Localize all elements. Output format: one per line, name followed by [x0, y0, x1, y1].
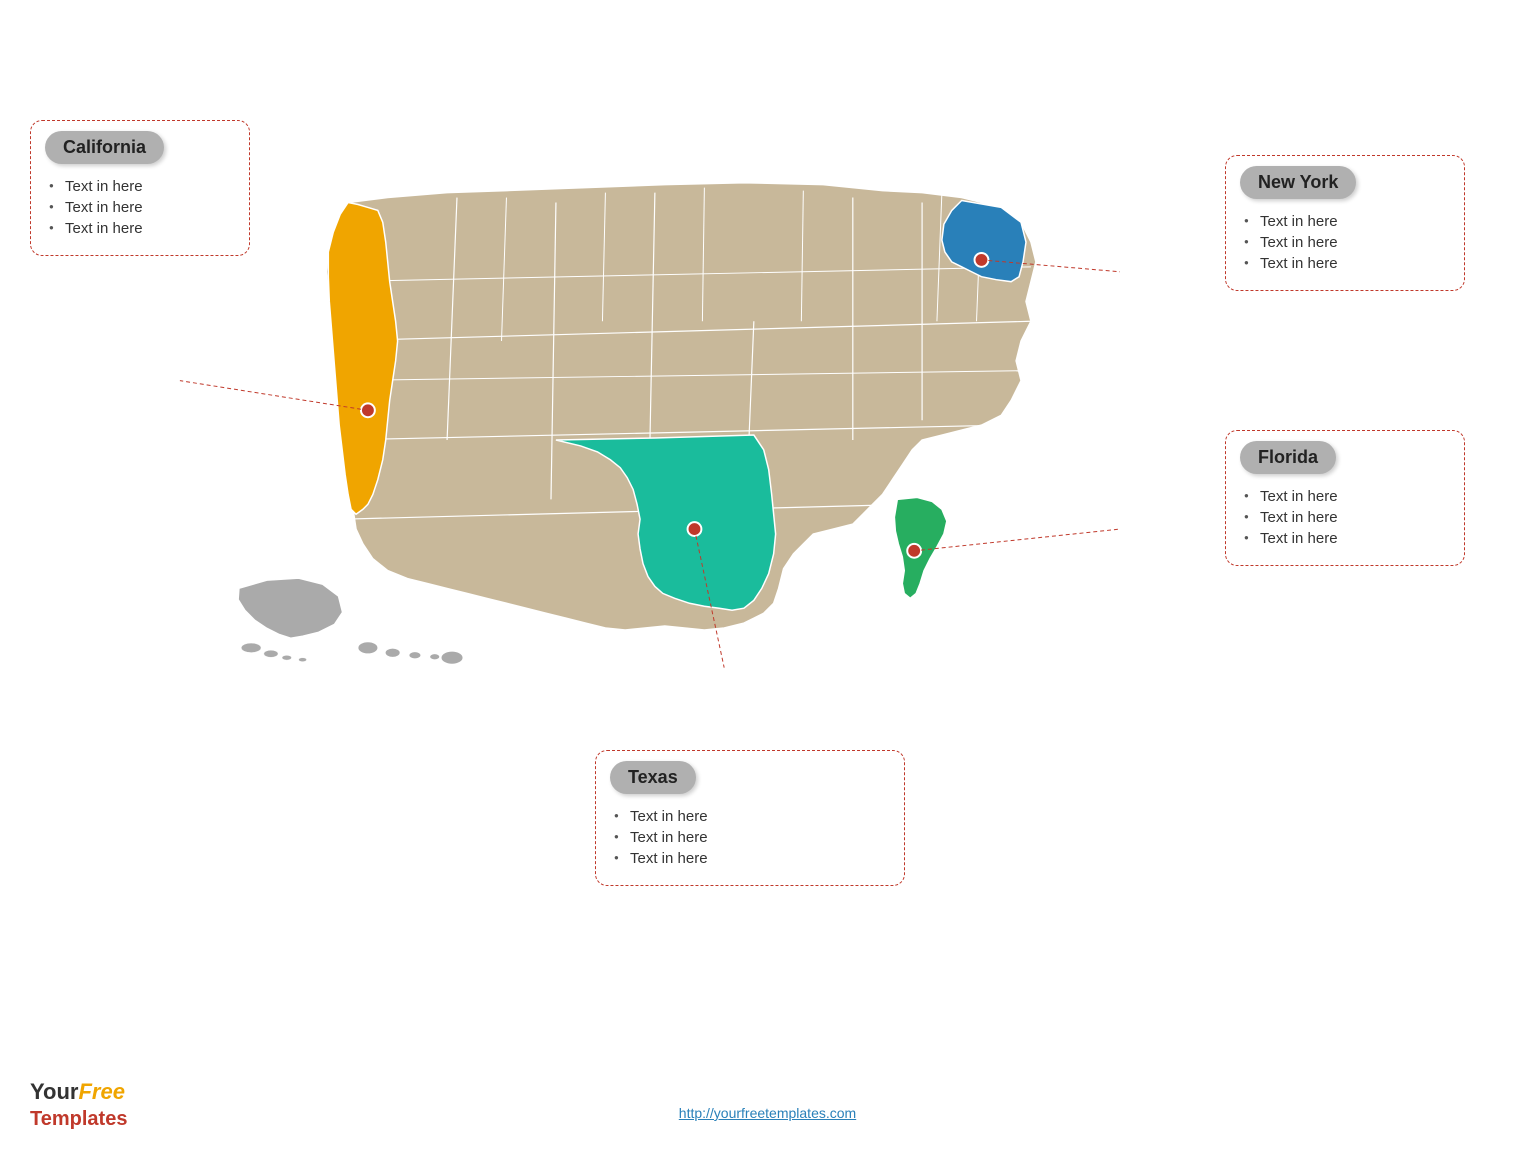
usa-map-svg — [170, 130, 1120, 750]
footer: http://yourfreetemplates.com — [0, 1105, 1535, 1121]
florida-dot — [907, 544, 921, 558]
alaska-inset — [238, 579, 342, 662]
hawaii-inset — [358, 642, 463, 664]
logo-templates: Templates — [30, 1108, 127, 1130]
usa-map-container — [170, 130, 1120, 750]
florida-item-2: Text in here — [1244, 509, 1450, 526]
newyork-item-2: Text in here — [1244, 234, 1450, 251]
logo: YourFree Templates — [30, 1079, 127, 1131]
texas-item-3: Text in here — [614, 850, 890, 867]
texas-box: Texas Text in here Text in here Text in … — [595, 750, 905, 886]
newyork-item-1: Text in here — [1244, 213, 1450, 230]
texas-item-2: Text in here — [614, 829, 890, 846]
california-title: California — [45, 131, 164, 164]
newyork-title: New York — [1240, 166, 1356, 199]
newyork-box: New York Text in here Text in here Text … — [1225, 155, 1465, 291]
texas-item-1: Text in here — [614, 808, 890, 825]
florida-item-1: Text in here — [1244, 488, 1450, 505]
texas-list: Text in here Text in here Text in here — [610, 808, 890, 867]
footer-link[interactable]: http://yourfreetemplates.com — [679, 1105, 856, 1121]
florida-list: Text in here Text in here Text in here — [1240, 488, 1450, 547]
florida-item-3: Text in here — [1244, 530, 1450, 547]
newyork-list: Text in here Text in here Text in here — [1240, 213, 1450, 272]
florida-connector — [914, 529, 1120, 551]
florida-title: Florida — [1240, 441, 1336, 474]
texas-dot — [688, 522, 702, 536]
texas-title: Texas — [610, 761, 696, 794]
logo-your: Your — [30, 1079, 78, 1104]
newyork-item-3: Text in here — [1244, 255, 1450, 272]
logo-free: Free — [78, 1079, 124, 1104]
florida-box: Florida Text in here Text in here Text i… — [1225, 430, 1465, 566]
